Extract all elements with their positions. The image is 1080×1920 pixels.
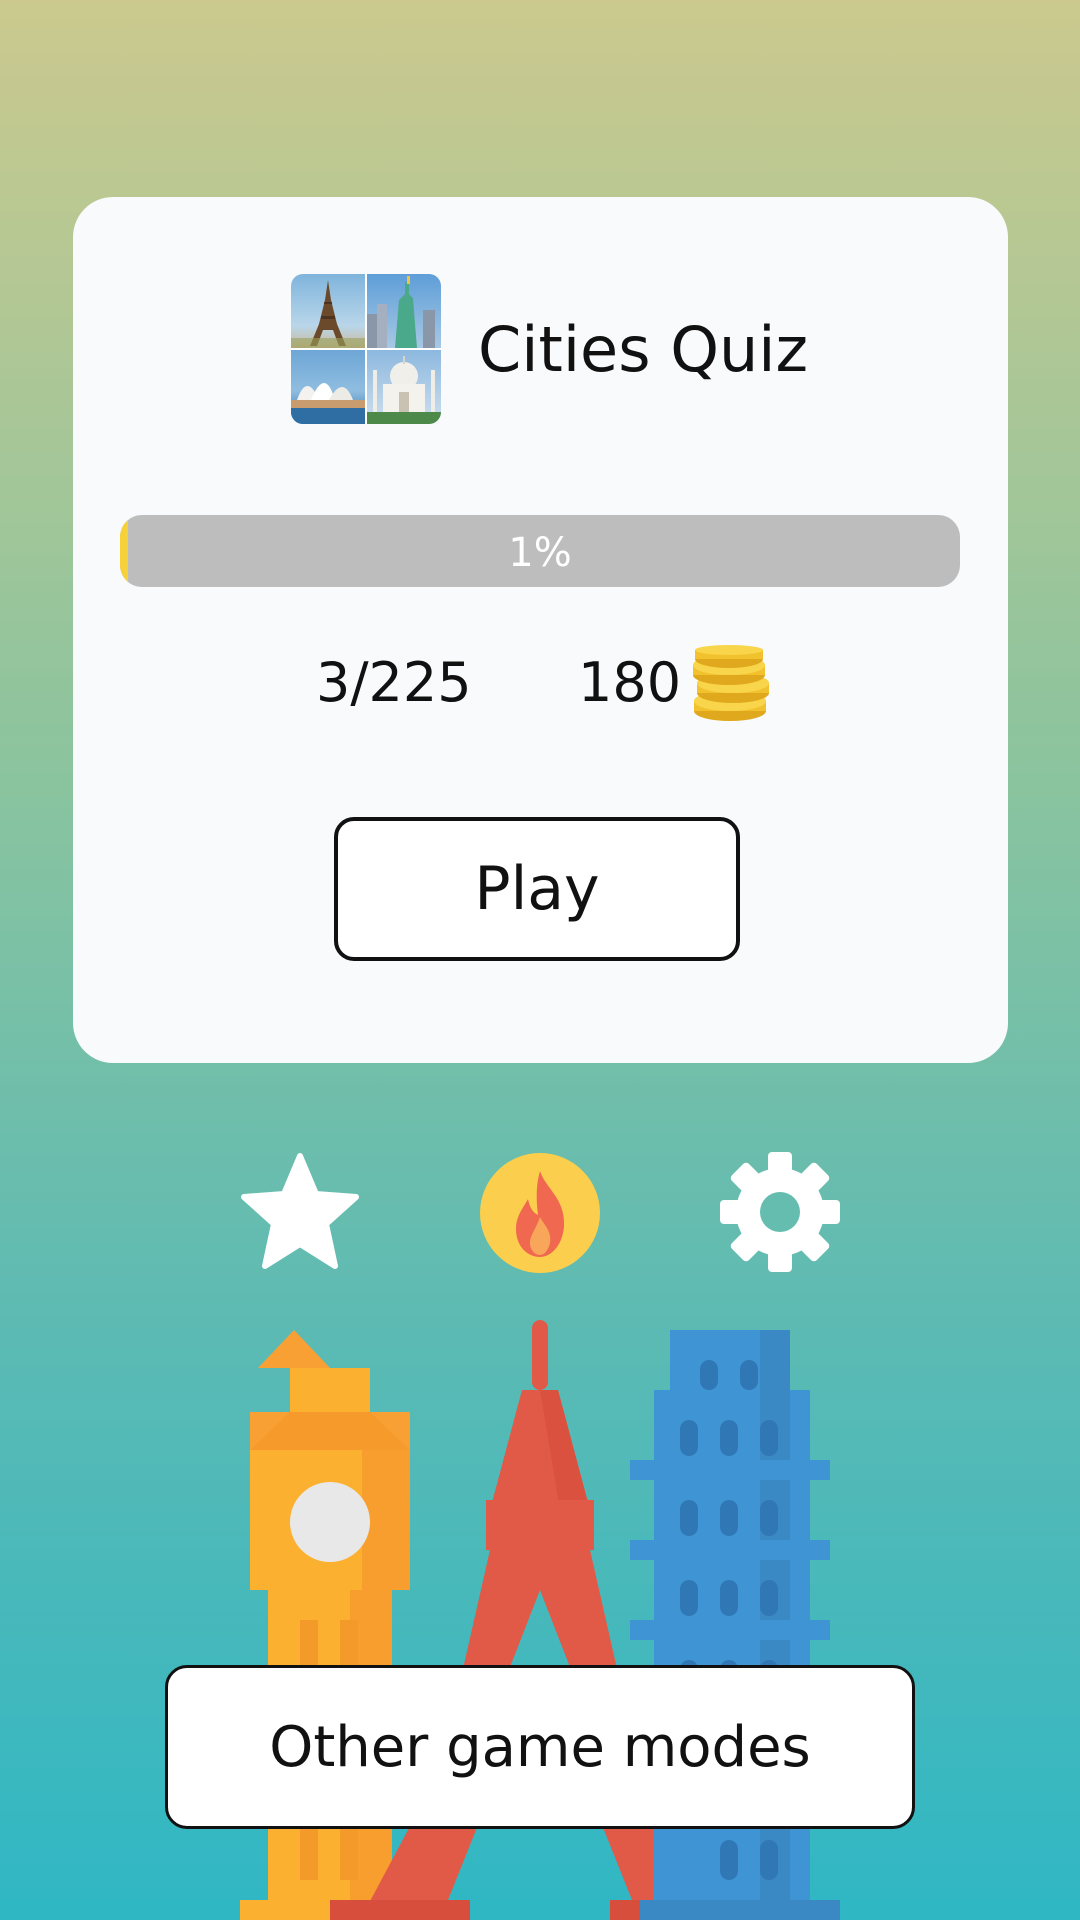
clock-tower-illustration	[240, 1330, 420, 1920]
levels-progress: 3/225	[316, 651, 472, 714]
statue-of-liberty-image	[367, 274, 441, 348]
quiz-title: Cities Quiz	[478, 312, 809, 386]
opera-house-image	[291, 350, 365, 424]
quiz-thumbnail	[291, 274, 441, 424]
settings-button[interactable]	[718, 1150, 842, 1274]
favorites-button[interactable]	[238, 1150, 362, 1274]
skyscraper-illustration	[630, 1330, 840, 1920]
progress-label: 1%	[508, 530, 572, 576]
play-button[interactable]: Play	[334, 817, 740, 961]
gear-icon	[720, 1152, 840, 1272]
stats-row: 3/225 180	[73, 645, 1008, 725]
coins-count: 180	[578, 651, 682, 714]
taj-mahal-image	[367, 350, 441, 424]
quiz-header: Cities Quiz	[291, 274, 808, 424]
fire-icon	[480, 1153, 600, 1273]
hot-button[interactable]	[480, 1153, 600, 1273]
quiz-card: Cities Quiz 1% 3/225 180 Play	[73, 197, 1008, 1063]
progress-bar: 1%	[120, 515, 960, 587]
star-icon	[241, 1153, 359, 1269]
eiffel-tower-image	[291, 274, 365, 348]
other-game-modes-button[interactable]: Other game modes	[165, 1665, 915, 1829]
coins-icon	[693, 645, 769, 721]
